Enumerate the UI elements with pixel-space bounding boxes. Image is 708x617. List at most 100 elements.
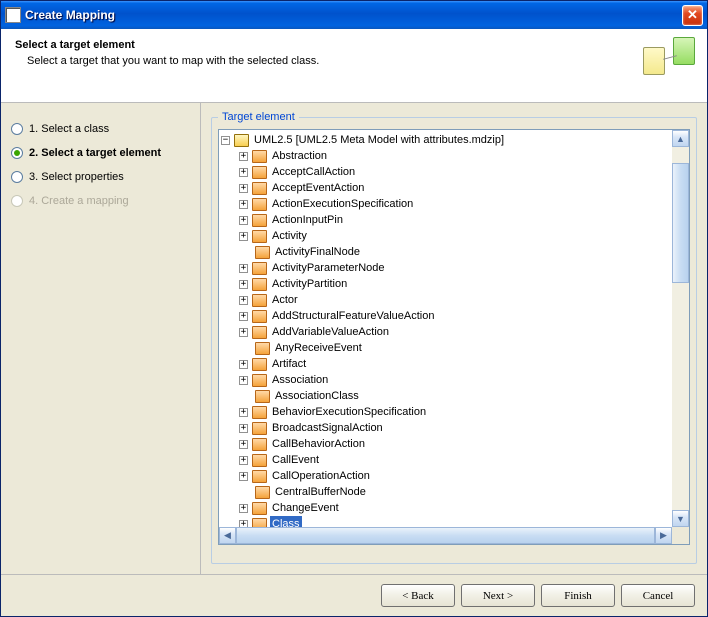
tree-node[interactable]: + AddStructuralFeatureValueAction [239,308,670,324]
expand-icon[interactable]: + [239,328,248,337]
expand-icon[interactable]: + [239,168,248,177]
horizontal-scrollbar[interactable]: ◀ ▶ [219,527,672,544]
step-radio-icon [11,171,23,183]
tree-node-label[interactable]: AddStructuralFeatureValueAction [270,308,436,324]
tree-node-label[interactable]: UML2.5 [UML2.5 Meta Model with attribute… [252,132,506,148]
wizard-steps: 1. Select a class2. Select a target elem… [1,103,201,574]
scroll-up-button[interactable]: ▲ [672,130,689,147]
tree-node-label[interactable]: Artifact [270,356,308,372]
expand-icon[interactable]: + [239,504,248,513]
back-button[interactable]: < Back [381,584,455,607]
tree-node[interactable]: + ActionExecutionSpecification [239,196,670,212]
expand-icon[interactable]: + [239,264,248,273]
tree-node[interactable]: + Artifact [239,356,670,372]
tree-node-label[interactable]: Activity [270,228,309,244]
tree-node-label[interactable]: BehaviorExecutionSpecification [270,404,428,420]
expand-icon[interactable]: + [239,216,248,225]
next-button[interactable]: Next > [461,584,535,607]
expand-icon[interactable]: + [239,376,248,385]
scroll-left-button[interactable]: ◀ [219,527,236,544]
step-label: 4. Create a mapping [29,195,129,207]
tree-node[interactable]: + Activity [239,228,670,244]
tree-node-label[interactable]: CallEvent [270,452,321,468]
tree-node-label[interactable]: ActivityParameterNode [270,260,387,276]
tree-node[interactable]: + Abstraction [239,148,670,164]
element-icon [252,518,267,528]
tree-node-label[interactable]: ActionExecutionSpecification [270,196,415,212]
tree-node-label[interactable]: Association [270,372,330,388]
element-icon [252,150,267,163]
tree-node-label[interactable]: Abstraction [270,148,329,164]
tree-node-label[interactable]: Class [270,516,302,527]
scroll-down-button[interactable]: ▼ [672,510,689,527]
tree-node[interactable]: + AcceptEventAction [239,180,670,196]
tree-node[interactable]: + Association [239,372,670,388]
tree-node[interactable]: + ActionInputPin [239,212,670,228]
expand-icon[interactable]: + [239,456,248,465]
wizard-step-4: 4. Create a mapping [9,189,192,213]
tree-node[interactable]: + ChangeEvent [239,500,670,516]
tree-node-label[interactable]: CallOperationAction [270,468,372,484]
expand-icon[interactable]: + [239,408,248,417]
tree-node-label[interactable]: ActivityFinalNode [273,244,362,260]
tree-node[interactable]: + CallBehaviorAction [239,436,670,452]
wizard-step-1[interactable]: 1. Select a class [9,117,192,141]
tree-node[interactable]: + ActivityParameterNode [239,260,670,276]
wizard-step-2[interactable]: 2. Select a target element [9,141,192,165]
scroll-right-button[interactable]: ▶ [655,527,672,544]
expand-icon[interactable]: + [239,152,248,161]
expand-icon[interactable]: + [239,440,248,449]
tree-node-label[interactable]: ActivityPartition [270,276,349,292]
tree-viewport[interactable]: − UML2.5 [UML2.5 Meta Model with attribut… [219,130,672,527]
tree-node[interactable]: + CallOperationAction [239,468,670,484]
tree-node[interactable]: + AcceptCallAction [239,164,670,180]
expand-icon[interactable]: + [239,312,248,321]
tree-node-label[interactable]: AssociationClass [273,388,361,404]
close-button[interactable]: ✕ [682,5,703,26]
tree-node-label[interactable]: Actor [270,292,300,308]
wizard-step-3[interactable]: 3. Select properties [9,165,192,189]
expand-icon[interactable]: + [239,280,248,289]
expand-icon[interactable]: + [239,424,248,433]
tree-node[interactable]: + BroadcastSignalAction [239,420,670,436]
tree-node[interactable]: AnyReceiveEvent [239,340,670,356]
tree-node[interactable]: AssociationClass [239,388,670,404]
tree-node[interactable]: + CallEvent [239,452,670,468]
expand-icon[interactable]: + [239,360,248,369]
finish-button[interactable]: Finish [541,584,615,607]
expand-icon[interactable]: + [239,472,248,481]
tree-node-label[interactable]: CentralBufferNode [273,484,368,500]
tree-node-label[interactable]: AcceptCallAction [270,164,357,180]
tree-node-label[interactable]: AddVariableValueAction [270,324,391,340]
expand-icon[interactable]: + [239,184,248,193]
page-subtitle: Select a target that you want to map wit… [27,55,693,67]
collapse-icon[interactable]: − [221,136,230,145]
scroll-thumb[interactable] [672,163,689,283]
tree-node-label[interactable]: AnyReceiveEvent [273,340,364,356]
vertical-scrollbar[interactable]: ▲ ▼ [672,130,689,527]
tree-connector [239,488,251,497]
tree-connector [239,344,251,353]
page-title: Select a target element [15,39,693,51]
tree-node[interactable]: CentralBufferNode [239,484,670,500]
tree-node[interactable]: + BehaviorExecutionSpecification [239,404,670,420]
tree-node[interactable]: + AddVariableValueAction [239,324,670,340]
tree-node[interactable]: ActivityFinalNode [239,244,670,260]
tree-node-label[interactable]: CallBehaviorAction [270,436,367,452]
tree-node[interactable]: + Class [239,516,670,527]
cancel-button[interactable]: Cancel [621,584,695,607]
tree-node-label[interactable]: ChangeEvent [270,500,341,516]
tree-node-label[interactable]: AcceptEventAction [270,180,366,196]
tree-node[interactable]: − UML2.5 [UML2.5 Meta Model with attribut… [221,132,670,527]
tree-node-label[interactable]: BroadcastSignalAction [270,420,385,436]
expand-icon[interactable]: + [239,520,248,528]
tree-node-label[interactable]: ActionInputPin [270,212,345,228]
element-icon [252,502,267,515]
tree-node[interactable]: + Actor [239,292,670,308]
tree-node[interactable]: + ActivityPartition [239,276,670,292]
expand-icon[interactable]: + [239,232,248,241]
header-decoration [643,37,695,85]
expand-icon[interactable]: + [239,296,248,305]
expand-icon[interactable]: + [239,200,248,209]
hscroll-thumb[interactable] [236,527,655,544]
